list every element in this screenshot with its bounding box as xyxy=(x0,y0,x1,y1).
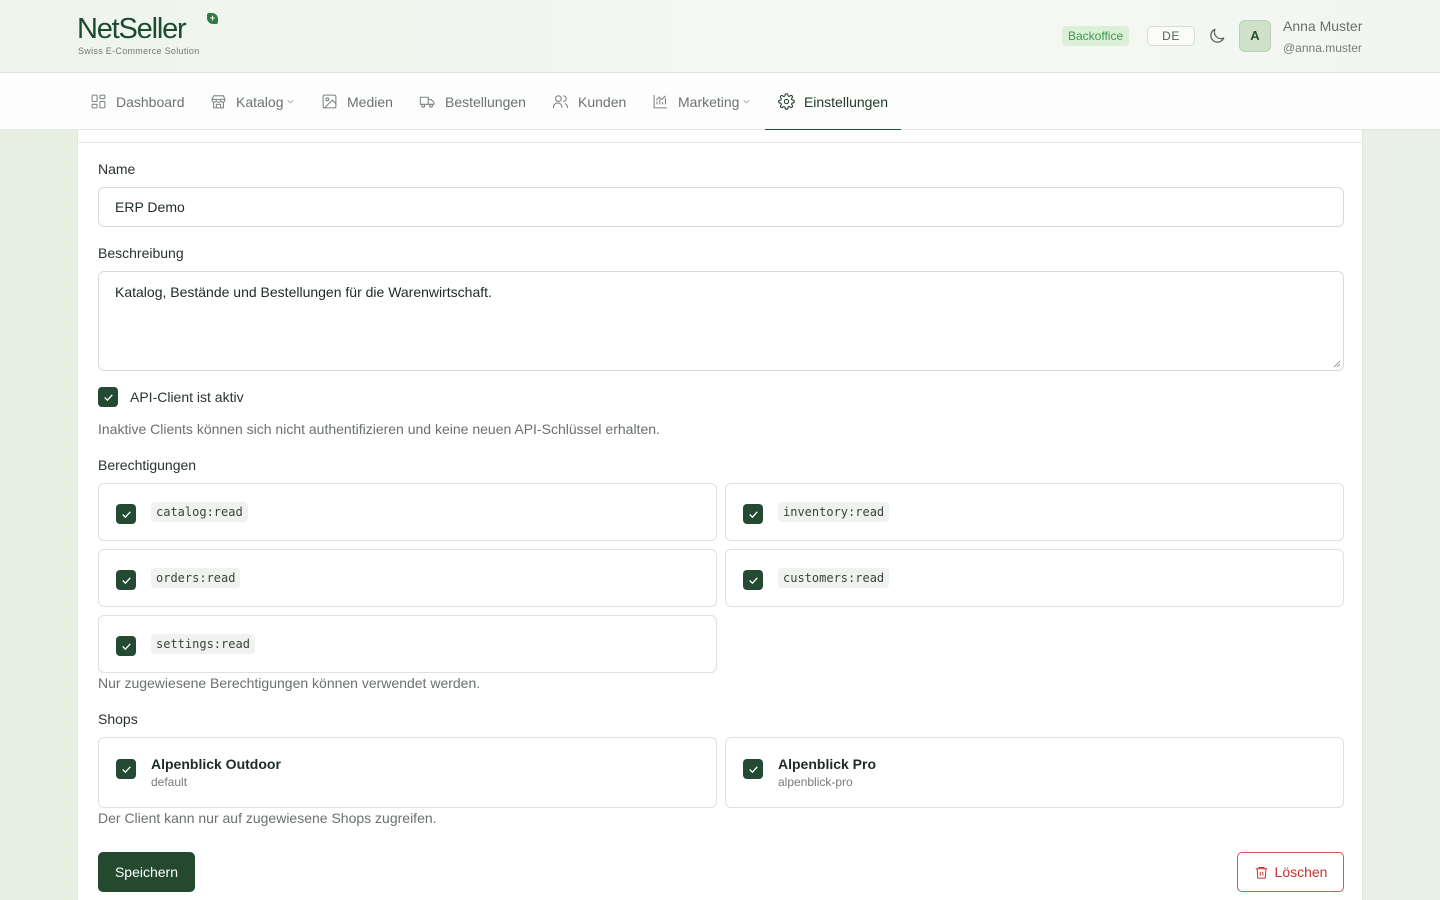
permission-checkbox[interactable] xyxy=(116,636,136,656)
permission-code: settings:read xyxy=(151,634,255,654)
permission-checkbox[interactable] xyxy=(743,570,763,590)
name-input[interactable]: ERP Demo xyxy=(98,187,1344,227)
permission-option[interactable]: settings:read xyxy=(98,615,717,673)
api-client-form-card: Name ERP Demo Beschreibung Katalog, Best… xyxy=(77,130,1363,900)
logo-text: NetSeller xyxy=(77,13,187,45)
netseller-logo[interactable]: NetSeller + Swiss E-Commerce Solution xyxy=(77,13,222,59)
nav-item-dashboard[interactable]: Dashboard xyxy=(90,73,185,130)
description-textarea[interactable]: Katalog, Bestände und Bestellungen für d… xyxy=(98,271,1344,371)
permissions-label: Berechtigungen xyxy=(98,457,197,473)
permission-checkbox[interactable] xyxy=(743,504,763,524)
permission-checkbox[interactable] xyxy=(116,504,136,524)
permission-option[interactable]: orders:read xyxy=(98,549,717,607)
chevron-down-icon xyxy=(744,100,750,104)
nav-item-kunden[interactable]: Kunden xyxy=(552,73,626,130)
active-help-text: Inaktive Clients können sich nicht authe… xyxy=(98,421,660,437)
permission-code: inventory:read xyxy=(778,502,890,522)
save-button[interactable]: Speichern xyxy=(98,852,195,892)
nav-label-katalog: Katalog xyxy=(236,93,284,110)
nav-label-marketing: Marketing xyxy=(678,93,740,110)
permission-code: orders:read xyxy=(151,568,241,588)
shop-name: Alpenblick Outdoor xyxy=(151,756,281,772)
check-icon xyxy=(748,765,758,773)
shop-option[interactable]: Alpenblick Pro alpenblick-pro xyxy=(725,737,1344,808)
shop-slug: default xyxy=(151,775,188,789)
nav-label-dashboard: Dashboard xyxy=(116,93,185,110)
delete-button[interactable]: Löschen xyxy=(1237,852,1344,892)
check-icon xyxy=(748,510,758,518)
nav-label-kunden: Kunden xyxy=(578,93,627,110)
check-icon xyxy=(121,576,131,584)
nav-item-medien[interactable]: Medien xyxy=(321,73,393,130)
permission-checkbox[interactable] xyxy=(116,570,136,590)
nav-item-einstellungen[interactable]: Einstellungen xyxy=(765,73,901,131)
shop-slug: alpenblick-pro xyxy=(778,775,853,789)
users-icon xyxy=(552,95,569,108)
avatar[interactable]: A xyxy=(1239,20,1271,52)
shop-name: Alpenblick Pro xyxy=(778,756,877,772)
user-name: Anna Muster xyxy=(1283,18,1363,34)
permission-option[interactable]: catalog:read xyxy=(98,483,717,541)
main-navigation: Dashboard Katalog Medien Bestellungen Ku… xyxy=(0,73,1440,131)
nav-label-einstellungen: Einstellungen xyxy=(803,93,888,110)
description-label: Beschreibung xyxy=(98,245,184,261)
shop-checkbox[interactable] xyxy=(116,759,136,779)
shop-checkbox[interactable] xyxy=(743,759,763,779)
check-icon xyxy=(748,576,758,584)
resize-grip-icon[interactable] xyxy=(1333,360,1341,368)
check-icon xyxy=(103,393,113,401)
logo-plus-badge: + xyxy=(207,13,218,24)
description-text: Katalog, Bestände und Bestellungen für d… xyxy=(115,284,492,300)
store-icon xyxy=(211,95,226,109)
trash-icon xyxy=(1255,866,1267,879)
top-header: NetSeller + Swiss E-Commerce Solution Ba… xyxy=(0,0,1440,73)
card-divider xyxy=(78,142,1362,143)
shop-option[interactable]: Alpenblick Outdoor default xyxy=(98,737,717,808)
check-icon xyxy=(121,510,131,518)
user-handle: @anna.muster xyxy=(1283,41,1362,55)
moon-icon[interactable] xyxy=(1207,26,1227,46)
image-icon xyxy=(322,94,337,109)
chevron-down-icon xyxy=(288,100,294,104)
chart-icon xyxy=(653,95,667,109)
logo-subtitle: Swiss E-Commerce Solution xyxy=(78,46,200,56)
delete-label: Löschen xyxy=(1274,864,1328,880)
check-icon xyxy=(121,642,131,650)
permissions-help-text: Nur zugewiesene Berechtigungen können ve… xyxy=(98,675,481,691)
nav-item-marketing[interactable]: Marketing xyxy=(652,73,751,130)
shops-help-text: Der Client kann nur auf zugewiesene Shop… xyxy=(98,810,437,826)
language-switch-button[interactable]: DE xyxy=(1147,26,1195,46)
dashboard-icon xyxy=(91,94,106,109)
permission-code: customers:read xyxy=(778,568,890,588)
truck-icon xyxy=(419,96,435,108)
permission-option[interactable]: inventory:read xyxy=(725,483,1344,541)
nav-label-bestellungen: Bestellungen xyxy=(445,93,526,110)
name-label: Name xyxy=(98,161,136,177)
gear-icon xyxy=(778,93,795,110)
nav-label-medien: Medien xyxy=(347,93,393,110)
permission-option[interactable]: customers:read xyxy=(725,549,1344,607)
api-client-active-label: API-Client ist aktiv xyxy=(130,389,244,405)
backoffice-tag: Backoffice xyxy=(1062,26,1130,46)
shops-label: Shops xyxy=(98,711,138,727)
nav-item-bestellungen[interactable]: Bestellungen xyxy=(419,73,526,130)
check-icon xyxy=(121,765,131,773)
nav-item-katalog[interactable]: Katalog xyxy=(210,73,295,130)
permission-code: catalog:read xyxy=(151,502,248,522)
api-client-active-checkbox[interactable] xyxy=(98,387,118,407)
